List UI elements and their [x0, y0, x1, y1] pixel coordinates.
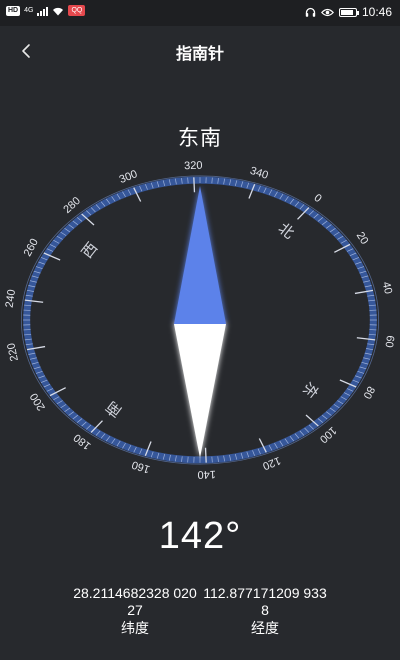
eye-icon [320, 8, 334, 16]
degree-label: 40 [380, 281, 394, 295]
wifi-icon [53, 7, 64, 15]
hd-icon: HD [6, 5, 21, 16]
degree-label: 0 [312, 192, 324, 205]
latitude-label: 纬度 [121, 620, 149, 636]
signal-icon [37, 6, 49, 16]
degree-label: 160 [130, 458, 151, 475]
degree-label: 180 [71, 431, 93, 452]
battery-icon [338, 7, 359, 17]
needle-north [174, 186, 226, 324]
degree-label: 280 [61, 195, 83, 216]
headset-icon [305, 7, 316, 17]
direction-label: 东南 [178, 127, 222, 150]
degree-label: 200 [28, 391, 48, 413]
cardinal-label-south: 南 [103, 397, 125, 420]
compass-dial: 0 20 40 60 80 100 120 140 160 180 200 220 240 260 280 3… [4, 160, 396, 480]
degree-label: 320 [184, 160, 203, 172]
cardinal-label-west: 西 [79, 239, 102, 261]
latitude-block: 28.2114682328 02027 纬度 [70, 585, 200, 637]
longitude-value: 112.877171209 9338 [203, 585, 327, 618]
degree-label: 240 [4, 289, 18, 309]
degree-label: 300 [118, 168, 140, 186]
degree-label: 220 [5, 342, 21, 362]
degree-label: 260 [22, 237, 41, 259]
status-right: 10:46 [305, 5, 392, 19]
degree-label: 80 [361, 384, 377, 400]
degree-label: 60 [382, 335, 396, 349]
longitude-label: 经度 [251, 620, 279, 636]
degree-label: 120 [261, 454, 283, 472]
cardinal-label-north: 北 [275, 220, 297, 243]
degree-label: 140 [197, 468, 216, 480]
coordinates-panel: 28.2114682328 02027 纬度 112.877171209 933… [0, 585, 400, 637]
major-tick [193, 177, 196, 193]
compass-needle [174, 186, 226, 458]
status-left: HD 4G QQ [6, 5, 86, 16]
longitude-block: 112.877171209 9338 经度 [200, 585, 330, 637]
battery-level-fill [340, 9, 353, 15]
status-bar: HD 4G QQ 10:46 [0, 0, 400, 26]
latitude-value: 28.2114682328 02027 [73, 585, 197, 618]
app-notification-badge: QQ [68, 5, 86, 16]
heading-degrees: 142° [158, 515, 242, 557]
status-time: 10:46 [361, 5, 392, 19]
major-tick [204, 447, 207, 463]
network-type-label: 4G [24, 6, 34, 14]
degree-label: 340 [248, 165, 269, 182]
page-title: 指南针 [175, 46, 224, 63]
needle-south [174, 324, 226, 458]
degree-label: 100 [317, 424, 339, 445]
degree-label: 20 [354, 230, 371, 247]
cardinal-label-east: 东 [299, 378, 322, 400]
